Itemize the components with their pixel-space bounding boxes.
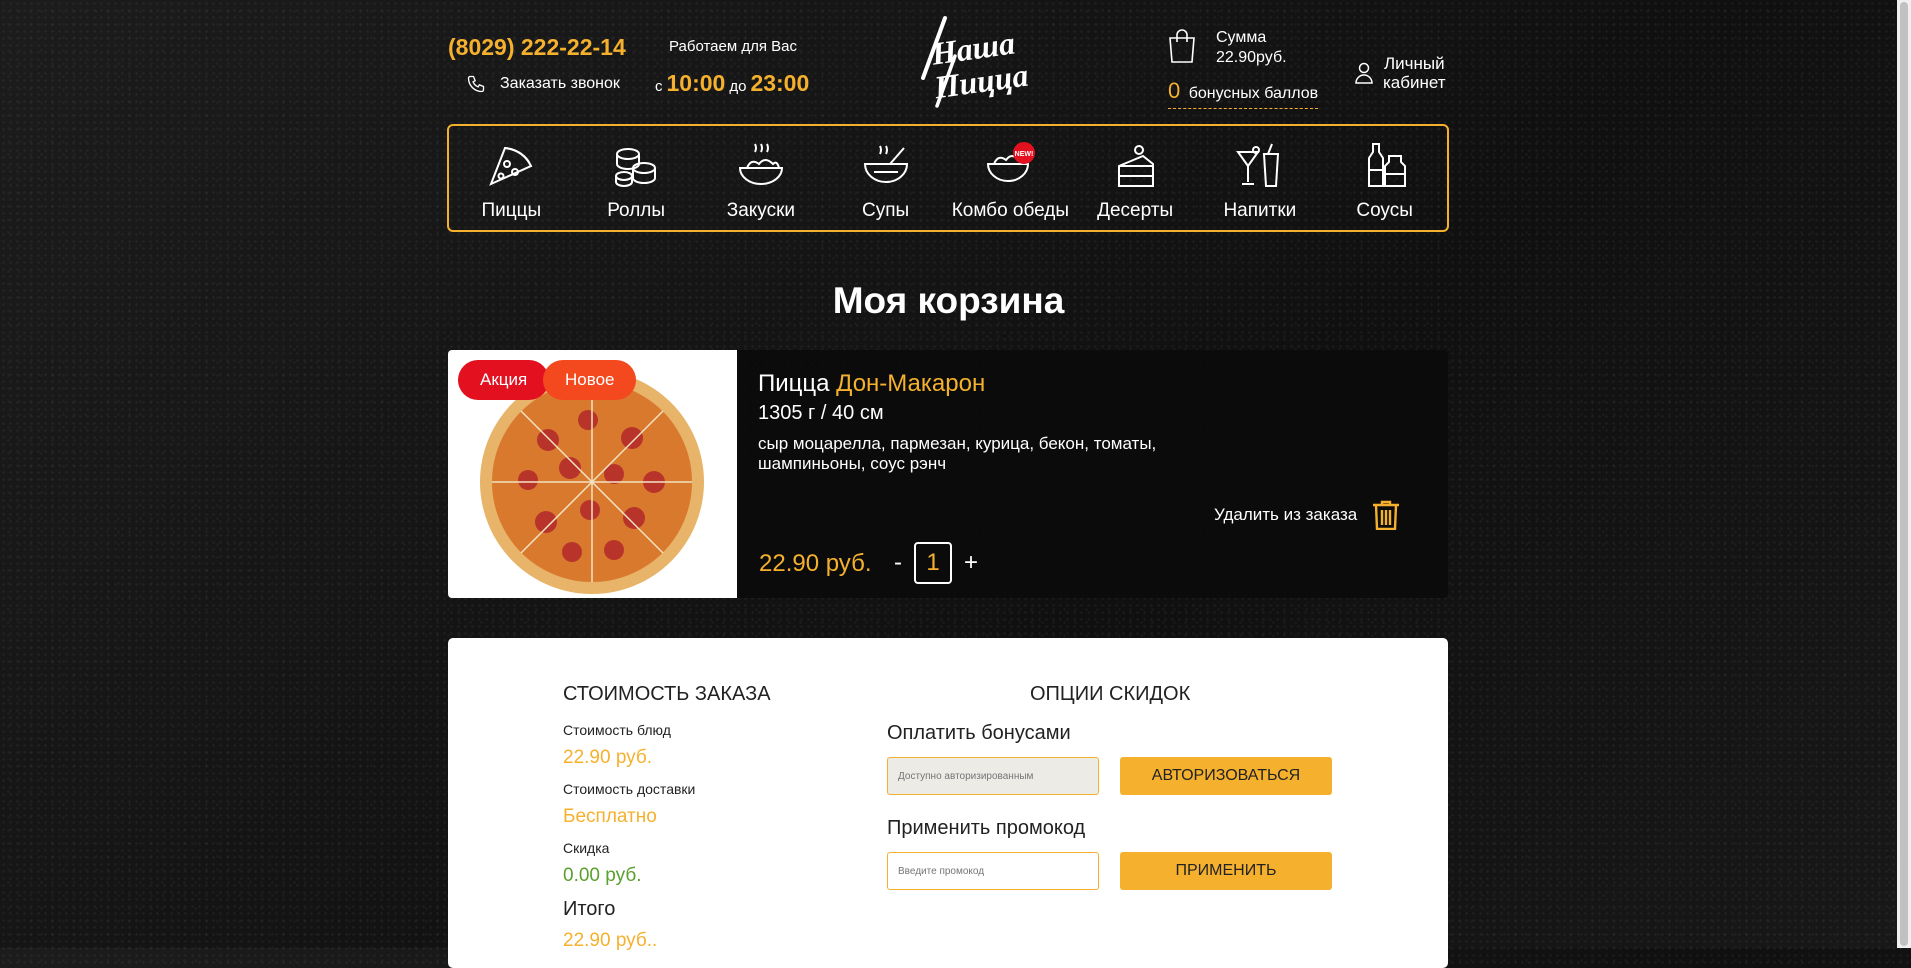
nav-item-desserts[interactable]: Десерты: [1073, 126, 1198, 230]
item-name: Пицца Дон-Макарон: [758, 370, 985, 398]
total-label: Итого: [563, 898, 616, 920]
item-weight: 1305 г / 40 см: [758, 402, 884, 424]
callback-link[interactable]: Заказать звонок: [466, 74, 620, 94]
cart-summary[interactable]: Сумма 22.90руб.: [1166, 28, 1287, 68]
pay-bonus-label: Оплатить бонусами: [887, 722, 1071, 744]
bonus-count: 0: [1168, 78, 1181, 103]
callback-label: Заказать звонок: [500, 75, 620, 92]
scrollbar-thumb[interactable]: [1900, 2, 1908, 946]
nav-item-sauces[interactable]: Соусы: [1322, 126, 1447, 230]
delete-label: Удалить из заказа: [1214, 505, 1358, 524]
hours-from: 10:00: [666, 70, 726, 96]
order-summary-panel: СТОИМОСТЬ ЗАКАЗА Стоимость блюд 22.90 ру…: [448, 638, 1448, 968]
hours-from-prefix: с: [655, 78, 663, 95]
promo-input[interactable]: [887, 852, 1099, 890]
delivery-cost-label: Стоимость доставки: [563, 781, 696, 797]
logo[interactable]: Наша Пицца: [907, 8, 1042, 113]
qty-plus-button[interactable]: +: [960, 549, 982, 577]
item-description: сыр моцарелла, пармезан, курица, бекон, …: [758, 434, 1157, 473]
cabinet-label-1: Личный: [1383, 54, 1445, 73]
new-badge: Новое: [543, 360, 637, 400]
nav-item-pizza[interactable]: Пиццы: [449, 126, 574, 230]
item-name-value: Дон-Макарон: [836, 370, 986, 397]
bonus-label: бонусных баллов: [1188, 85, 1319, 102]
item-price: 22.90 руб.: [759, 550, 872, 577]
delete-item-button[interactable]: Удалить из заказа: [1214, 500, 1401, 530]
bonus-points[interactable]: 0 бонусных баллов: [1168, 78, 1319, 109]
nav-item-rolls[interactable]: Роллы: [574, 126, 699, 230]
apply-promo-button[interactable]: ПРИМЕНИТЬ: [1120, 852, 1332, 890]
promo-label: Применить промокод: [887, 817, 1086, 839]
user-icon: [1355, 62, 1373, 84]
nav-item-soups[interactable]: Супы: [823, 126, 948, 230]
discount-options-title: ОПЦИИ СКИДОК: [1030, 683, 1191, 705]
drinks-icon: [1235, 143, 1279, 187]
page-title: Моя корзина: [832, 280, 1065, 321]
cake-icon: [1118, 145, 1155, 187]
sale-badge: Акция: [458, 360, 550, 400]
cart-sum-label: Сумма: [1216, 29, 1267, 46]
nav-label: Роллы: [607, 200, 666, 221]
hours-to: 23:00: [750, 70, 810, 96]
cabinet-label-2: кабинет: [1383, 73, 1446, 92]
dishes-cost-value: 22.90 руб.: [563, 747, 653, 768]
page-scrollbar[interactable]: [1897, 0, 1911, 948]
nav-label: Десерты: [1097, 200, 1174, 221]
bonus-input[interactable]: [887, 757, 1099, 795]
cart-item: Акция Новое Пицца Дон-Макарон 1305 г / 4…: [448, 350, 1448, 598]
new-badge: NEW!: [1015, 151, 1034, 158]
soup-icon: [863, 145, 908, 183]
order-cost-title: СТОИМОСТЬ ЗАКАЗА: [563, 683, 771, 705]
work-hours: с 10:00 до 23:00: [655, 70, 809, 97]
pizza-slice-icon: [489, 146, 533, 186]
hours-to-prefix: до: [729, 78, 747, 95]
snacks-icon: [738, 143, 783, 185]
nav-label: Комбо обеды: [951, 200, 1070, 221]
trash-icon: [1373, 500, 1400, 530]
nav-label: Напитки: [1223, 200, 1297, 221]
total-value: 22.90 руб..: [563, 930, 658, 951]
nav-label: Пиццы: [481, 200, 542, 221]
work-label: Работаем для Вас: [669, 38, 797, 55]
authorize-button[interactable]: АВТОРИЗОВАТЬСЯ: [1120, 757, 1332, 795]
item-name-prefix: Пицца: [758, 370, 830, 397]
rolls-icon: [615, 148, 657, 187]
combo-icon: NEW!: [987, 142, 1036, 182]
personal-cabinet-link[interactable]: Личный кабинет: [1355, 54, 1446, 92]
qty-minus-button[interactable]: -: [890, 549, 906, 577]
discount-value: 0.00 руб.: [563, 865, 642, 886]
nav-item-drinks[interactable]: Напитки: [1198, 126, 1323, 230]
logo-mark: Наша Пицца: [921, 16, 1030, 108]
nav-label: Закуски: [726, 200, 796, 221]
qty-value[interactable]: 1: [914, 542, 952, 584]
discount-label: Скидка: [563, 840, 610, 856]
dishes-cost-label: Стоимость блюд: [563, 722, 671, 738]
category-nav: Пиццы Роллы Закуски Супы NEW! Комбо обед…: [447, 124, 1449, 232]
nav-item-combo[interactable]: NEW! Комбо обеды: [948, 126, 1073, 230]
quantity-stepper: - 1 +: [890, 542, 982, 584]
delivery-cost-value: Бесплатно: [563, 806, 657, 827]
phone-icon: [467, 75, 485, 93]
nav-label: Соусы: [1356, 200, 1413, 221]
nav-item-snacks[interactable]: Закуски: [699, 126, 824, 230]
cart-sum-value: 22.90руб.: [1216, 49, 1287, 66]
phone-number[interactable]: (8029) 222-22-14: [448, 34, 626, 61]
nav-label: Супы: [862, 200, 910, 221]
sauces-icon: [1367, 143, 1406, 187]
shopping-bag-icon: [1169, 29, 1195, 63]
